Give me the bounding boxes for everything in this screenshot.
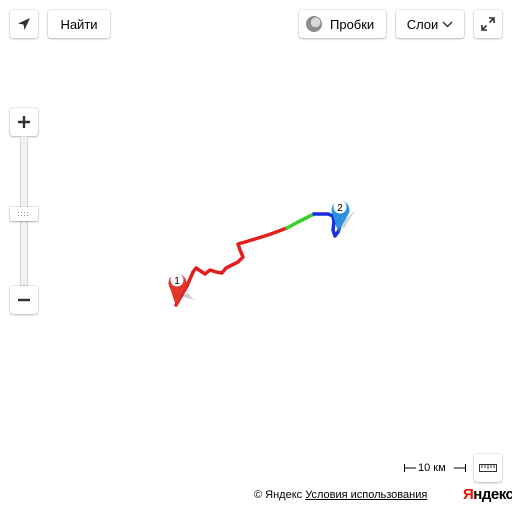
copyright-text: © Яндекс	[254, 489, 303, 501]
layers-button[interactable]: Слои	[396, 10, 464, 38]
traffic-button[interactable]: Пробки	[299, 10, 386, 38]
expand-icon	[481, 17, 495, 31]
terms-of-use-link[interactable]: Условия использования	[305, 489, 427, 501]
logo-first-letter: Я	[463, 486, 474, 503]
zoom-in-button[interactable]	[10, 108, 38, 136]
route-segment-slow	[174, 226, 289, 307]
ruler-button[interactable]	[474, 454, 502, 482]
route-segment-medium	[285, 212, 316, 230]
route-end-marker[interactable]: 2	[331, 200, 357, 233]
logo-rest: ндекс	[473, 486, 512, 503]
start-marker-label: 1	[174, 276, 180, 287]
scale-label: 10 км	[418, 462, 446, 474]
zoom-out-button[interactable]	[10, 286, 38, 314]
grip-icon	[18, 212, 28, 216]
minus-icon	[18, 298, 30, 302]
plus-icon	[18, 116, 30, 128]
ruler-icon	[479, 464, 497, 472]
fullscreen-button[interactable]	[474, 10, 502, 38]
find-button[interactable]: Найти	[48, 10, 110, 38]
zoom-slider-handle[interactable]	[10, 207, 38, 221]
traffic-circle-icon	[306, 16, 322, 32]
end-marker-label: 2	[337, 203, 343, 214]
traffic-button-label: Пробки	[330, 16, 375, 32]
arrow-navigation-icon	[18, 18, 30, 30]
map-route-layer[interactable]: 1 2	[0, 0, 512, 512]
yandex-logo[interactable]: Яндекс	[463, 486, 512, 504]
geolocation-button[interactable]	[10, 10, 38, 38]
layers-button-label: Слои	[406, 16, 439, 32]
find-button-label: Найти	[60, 16, 98, 32]
copyright-bar: © Яндекс Условия использования	[254, 488, 427, 502]
chevron-down-icon	[442, 20, 453, 28]
